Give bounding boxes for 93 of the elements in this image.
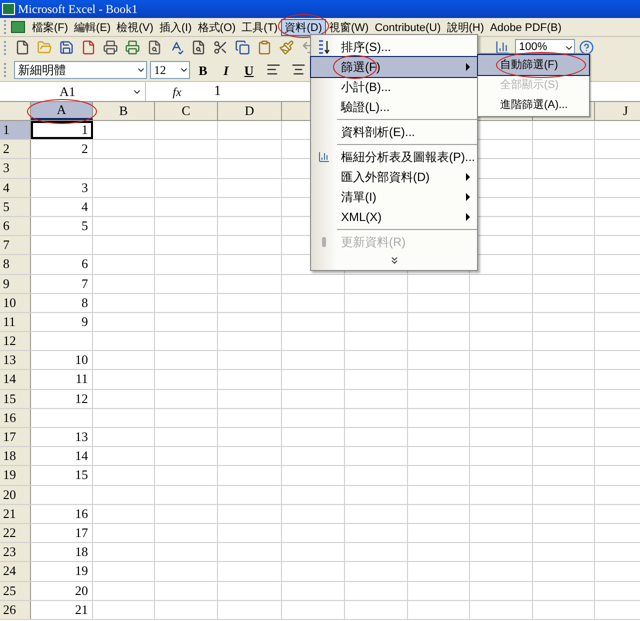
row-header[interactable]: 2 [0,140,31,158]
row-header[interactable]: 23 [0,543,31,562]
font-size-dropdown[interactable]: 12 [150,60,190,78]
column-header[interactable]: C [155,102,218,120]
function-button[interactable]: fx [146,82,208,100]
column-header[interactable]: J [595,102,640,120]
table-cell: 13 [31,428,93,446]
menu-item[interactable]: 視窗(W) [326,19,372,36]
menu-item[interactable]: 說明(H) [444,19,488,36]
menu-item[interactable]: 小計(B)... [311,77,477,97]
toolbar-grip [4,62,7,76]
submenu-arrow-icon [466,63,470,71]
menu-item[interactable]: 編輯(E) [71,19,114,36]
sort-icon [318,40,330,54]
row-header[interactable]: 16 [0,408,31,427]
row-header[interactable]: 7 [0,236,31,254]
table-cell: 6 [31,255,93,274]
table-cell: 16 [31,504,93,523]
row-header[interactable]: 11 [0,312,31,332]
window-title: Microsoft Excel - Book1 [18,1,138,18]
submenu-arrow-icon [466,173,470,181]
toolbar-grip [4,20,7,34]
row-header[interactable]: 15 [0,390,31,408]
menu-item[interactable]: Contribute(U) [372,19,444,36]
row-header[interactable]: 21 [0,504,31,523]
menu-item[interactable]: 檢視(V) [114,19,156,36]
underline-button[interactable]: U [239,60,259,78]
excel-icon [2,3,15,15]
table-cell: 7 [31,274,93,293]
table-cell: 2 [31,140,93,158]
row-header[interactable]: 22 [0,524,31,542]
row-header[interactable]: 19 [0,466,31,485]
menu-item[interactable]: Adobe PDF(B) [487,19,565,36]
submenu-arrow-icon [466,193,470,201]
row-header[interactable]: 6 [0,216,31,236]
row-header[interactable]: 12 [0,332,31,350]
exclamation-icon [322,237,326,247]
menu-item[interactable]: 工具(T) [238,19,281,36]
column-header[interactable]: D [218,102,282,120]
menu-item[interactable]: XML(X) [311,207,477,227]
row-header[interactable]: 9 [0,274,31,293]
table-cell: 9 [31,312,93,332]
menu-item[interactable]: 插入(I) [156,19,195,36]
expand-icon[interactable] [388,254,400,266]
row-header[interactable]: 1 [0,121,31,140]
table-cell: 10 [31,351,93,370]
submenu-arrow-icon [466,213,470,221]
row-header[interactable]: 3 [0,159,31,178]
row-header[interactable]: 4 [0,178,31,197]
table-cell: 15 [31,466,93,485]
row-header[interactable]: 17 [0,428,31,446]
column-header[interactable]: B [93,102,155,120]
table-cell: 11 [31,370,93,389]
toolbar-grip [4,40,7,54]
table-cell: 19 [31,562,93,580]
table-cell: 5 [31,216,93,236]
menu-item[interactable]: 匯入外部資料(D) [311,167,477,187]
row-header[interactable]: 8 [0,255,31,274]
table-cell: 4 [31,198,93,216]
row-header[interactable]: 13 [0,351,31,370]
table-cell: 3 [31,178,93,197]
pivot-table-icon [318,151,330,163]
menu-item[interactable]: 資料剖析(E)... [311,122,477,142]
menu-item[interactable]: 自動篩選(F) [478,55,589,75]
table-cell: 17 [31,524,93,542]
italic-button[interactable]: I [216,60,236,78]
menu-item[interactable]: 清單(I) [311,187,477,207]
row-header[interactable]: 5 [0,198,31,216]
bold-button[interactable]: B [193,60,213,78]
row-header[interactable]: 18 [0,447,31,466]
column-header[interactable]: A [31,102,93,120]
menu-item[interactable]: 進階篩選(A)... [478,95,589,115]
table-cell: 18 [31,543,93,562]
menu-item[interactable]: 檔案(F) [29,19,72,36]
row-header[interactable]: 26 [0,600,31,619]
table-cell: 12 [31,390,93,408]
table-cell: 8 [31,294,93,312]
menu-item[interactable]: 樞紐分析表及圖報表(P)... [311,147,477,167]
table-cell: 1 [31,121,93,140]
formula-field[interactable]: 1 [208,81,221,102]
menu-item[interactable]: 排序(S)... [311,37,477,57]
row-header[interactable]: 25 [0,582,31,600]
row-header[interactable]: 24 [0,562,31,580]
table-cell: 20 [31,582,93,600]
table-cell: 21 [31,600,93,619]
font-dropdown[interactable]: 新細明體 [14,60,147,78]
row-header[interactable]: 20 [0,486,31,504]
menu-item[interactable]: 驗證(L)... [311,97,477,117]
row-header[interactable]: 14 [0,370,31,389]
menu-item[interactable]: 格式(O) [194,19,239,36]
row-header[interactable]: 10 [0,294,31,312]
table-cell: 14 [31,447,93,466]
menu-item[interactable]: 資料(D) [280,19,326,36]
